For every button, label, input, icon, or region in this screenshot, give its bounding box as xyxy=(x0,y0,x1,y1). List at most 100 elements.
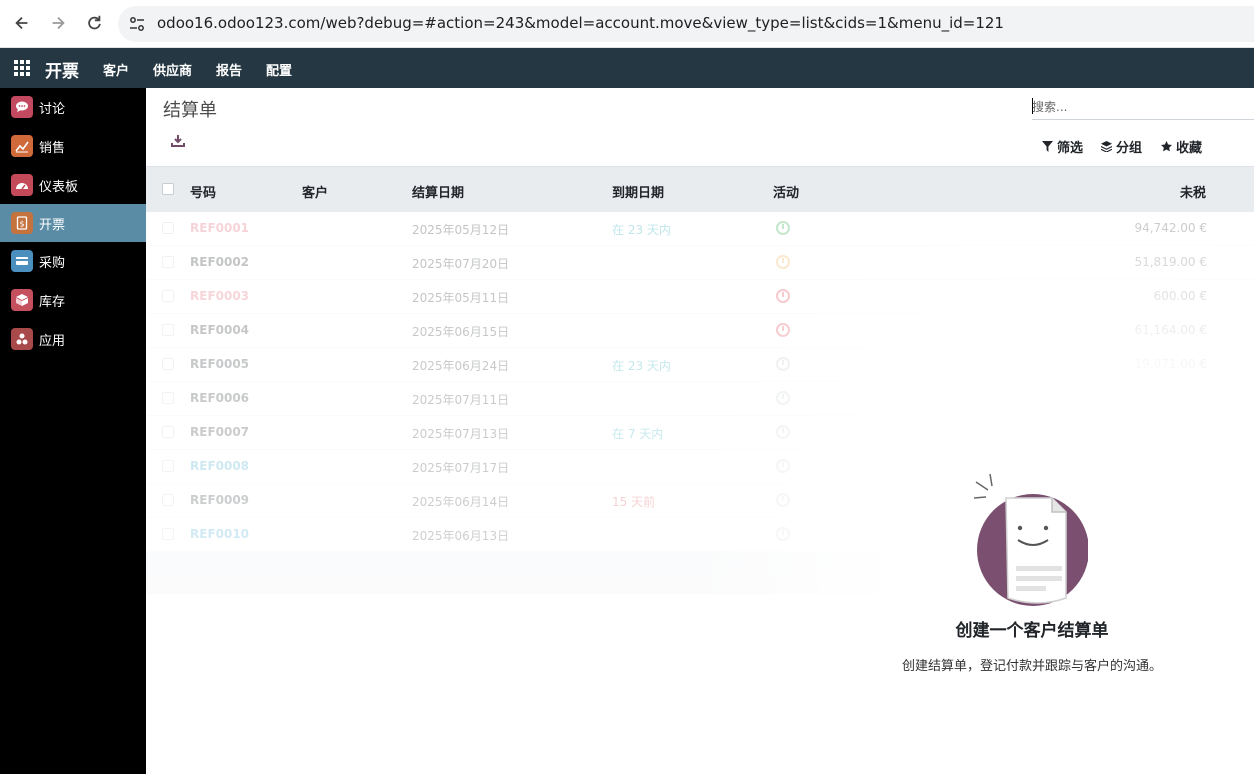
row-checkbox[interactable] xyxy=(162,290,174,302)
url-text: odoo16.odoo123.com/web?debug=#action=243… xyxy=(157,14,1004,32)
invoice-untaxed-amount: 94,742.00 € xyxy=(1134,221,1207,235)
sidebar-item-label: 销售 xyxy=(39,140,66,156)
sidebar-item-sales[interactable]: 销售 xyxy=(0,127,146,165)
table-row[interactable]: REF0004 2025年06月15日 61,164.00 € xyxy=(146,314,1254,348)
activity-clock-icon[interactable] xyxy=(776,323,790,337)
activity-clock-icon[interactable] xyxy=(776,459,790,473)
filter-button[interactable]: 筛选 xyxy=(1042,137,1083,156)
row-checkbox[interactable] xyxy=(162,358,174,370)
forward-button[interactable] xyxy=(45,10,71,36)
group-by-button[interactable]: 分组 xyxy=(1101,137,1142,156)
sidebar-item-apps[interactable]: 应用 xyxy=(0,320,146,358)
page-title: 结算单 xyxy=(163,100,217,121)
invoice-due-date: 在 23 天内 xyxy=(612,359,671,373)
column-number[interactable]: 号码 xyxy=(190,182,216,201)
invoice-number: REF0008 xyxy=(190,459,250,473)
menu-customers[interactable]: 客户 xyxy=(103,60,129,79)
invoice-due-date: 在 7 天内 xyxy=(612,427,664,441)
app-top-nav: 开票 客户 供应商 报告 配置 xyxy=(0,48,1254,88)
search-bar[interactable] xyxy=(1032,94,1254,120)
invoice-date: 2025年05月12日 xyxy=(412,223,510,237)
sidebar-item-discuss[interactable]: 讨论 xyxy=(0,88,146,126)
sidebar-item-inventory[interactable]: 库存 xyxy=(0,281,146,319)
reload-button[interactable] xyxy=(81,10,107,36)
invoice-untaxed-amount: 51,819.00 € xyxy=(1134,255,1207,269)
invoice-date: 2025年06月13日 xyxy=(412,529,510,543)
column-invoice-date[interactable]: 结算日期 xyxy=(412,182,464,201)
row-checkbox[interactable] xyxy=(162,460,174,472)
row-checkbox[interactable] xyxy=(162,256,174,268)
filter-label: 筛选 xyxy=(1057,141,1084,156)
column-due-date[interactable]: 到期日期 xyxy=(612,182,664,201)
arrow-left-icon xyxy=(15,16,28,30)
activity-clock-icon[interactable] xyxy=(776,493,790,507)
sidebar-item-dashboard[interactable]: 仪表板 xyxy=(0,166,146,204)
invoice-date: 2025年07月17日 xyxy=(412,461,510,475)
address-bar[interactable]: odoo16.odoo123.com/web?debug=#action=243… xyxy=(118,6,1254,42)
sales-chart-icon xyxy=(11,135,33,157)
activity-clock-icon[interactable] xyxy=(776,425,790,439)
invoice-number: REF0007 xyxy=(190,425,250,439)
reload-icon xyxy=(88,15,101,30)
card-icon xyxy=(11,250,33,272)
arrow-right-icon xyxy=(52,16,65,30)
activity-clock-icon[interactable] xyxy=(776,357,790,371)
favorites-button[interactable]: 收藏 xyxy=(1161,137,1202,156)
download-icon[interactable] xyxy=(170,133,186,149)
chat-icon xyxy=(11,96,33,118)
search-input[interactable] xyxy=(1032,94,1254,119)
table-row[interactable]: REF0001 2025年05月12日 在 23 天内 94,742.00 € xyxy=(146,212,1254,246)
activity-clock-icon[interactable] xyxy=(776,289,790,303)
svg-text:$: $ xyxy=(19,220,24,229)
invoice-number: REF0001 xyxy=(190,221,250,235)
app-grid-icon[interactable] xyxy=(14,60,30,76)
row-checkbox[interactable] xyxy=(162,392,174,404)
back-button[interactable] xyxy=(9,10,35,36)
table-row[interactable]: REF0002 2025年07月20日 51,819.00 € xyxy=(146,246,1254,280)
row-checkbox[interactable] xyxy=(162,426,174,438)
table-row[interactable]: REF0003 2025年05月11日 600.00 € xyxy=(146,280,1254,314)
row-checkbox[interactable] xyxy=(162,222,174,234)
app-sidebar: 讨论 销售 仪表板 $ 开票 采购 库存 应用 xyxy=(0,88,146,774)
activity-clock-icon[interactable] xyxy=(776,221,790,235)
sidebar-item-label: 讨论 xyxy=(39,101,66,117)
invoice-date: 2025年07月11日 xyxy=(412,393,510,407)
table-header: 号码 客户 结算日期 到期日期 活动 未税 xyxy=(146,166,1254,212)
box-icon xyxy=(11,289,33,311)
row-checkbox[interactable] xyxy=(162,528,174,540)
activity-clock-icon[interactable] xyxy=(776,527,790,541)
site-settings-icon[interactable] xyxy=(128,15,146,33)
menu-configuration[interactable]: 配置 xyxy=(266,60,292,79)
row-checkbox[interactable] xyxy=(162,324,174,336)
sidebar-item-label: 库存 xyxy=(39,294,66,310)
invoice-date: 2025年07月20日 xyxy=(412,257,510,271)
main-content: 结算单 筛选 分组 收藏 号码 客户 结算日期 到期日期 活动 未税 REF00… xyxy=(146,88,1254,774)
table-row[interactable]: REF0006 2025年07月11日 xyxy=(146,382,1254,416)
invoice-number: REF0010 xyxy=(190,527,250,541)
menu-vendors[interactable]: 供应商 xyxy=(153,60,192,79)
browser-toolbar: odoo16.odoo123.com/web?debug=#action=243… xyxy=(0,0,1254,48)
column-activity[interactable]: 活动 xyxy=(773,182,799,201)
empty-state-description: 创建结算单，登记付款并跟踪与客户的沟通。 xyxy=(901,659,1162,674)
column-customer[interactable]: 客户 xyxy=(302,182,328,201)
filter-icon xyxy=(1042,141,1053,152)
sidebar-item-purchase[interactable]: 采购 xyxy=(0,242,146,280)
invoice-due-date: 15 天前 xyxy=(612,495,656,509)
table-row[interactable]: REF0007 2025年07月13日 在 7 天内 xyxy=(146,416,1254,450)
activity-clock-icon[interactable] xyxy=(776,391,790,405)
row-checkbox[interactable] xyxy=(162,494,174,506)
invoice-number: REF0003 xyxy=(190,289,250,303)
invoice-due-date: 在 23 天内 xyxy=(612,223,671,237)
menu-reporting[interactable]: 报告 xyxy=(216,60,242,79)
group-by-label: 分组 xyxy=(1116,141,1143,156)
select-all-checkbox[interactable] xyxy=(162,183,174,195)
table-row[interactable]: REF0005 2025年06月24日 在 23 天内 19,071.00 € xyxy=(146,348,1254,382)
invoice-number: REF0004 xyxy=(190,323,250,337)
sidebar-item-invoicing[interactable]: $ 开票 xyxy=(0,204,146,242)
column-untaxed[interactable]: 未税 xyxy=(1180,182,1206,201)
empty-invoice-illustration xyxy=(973,473,1088,606)
sidebar-item-label: 采购 xyxy=(39,255,66,271)
activity-clock-icon[interactable] xyxy=(776,255,790,269)
sidebar-item-label: 开票 xyxy=(39,217,66,233)
app-brand[interactable]: 开票 xyxy=(45,57,79,82)
